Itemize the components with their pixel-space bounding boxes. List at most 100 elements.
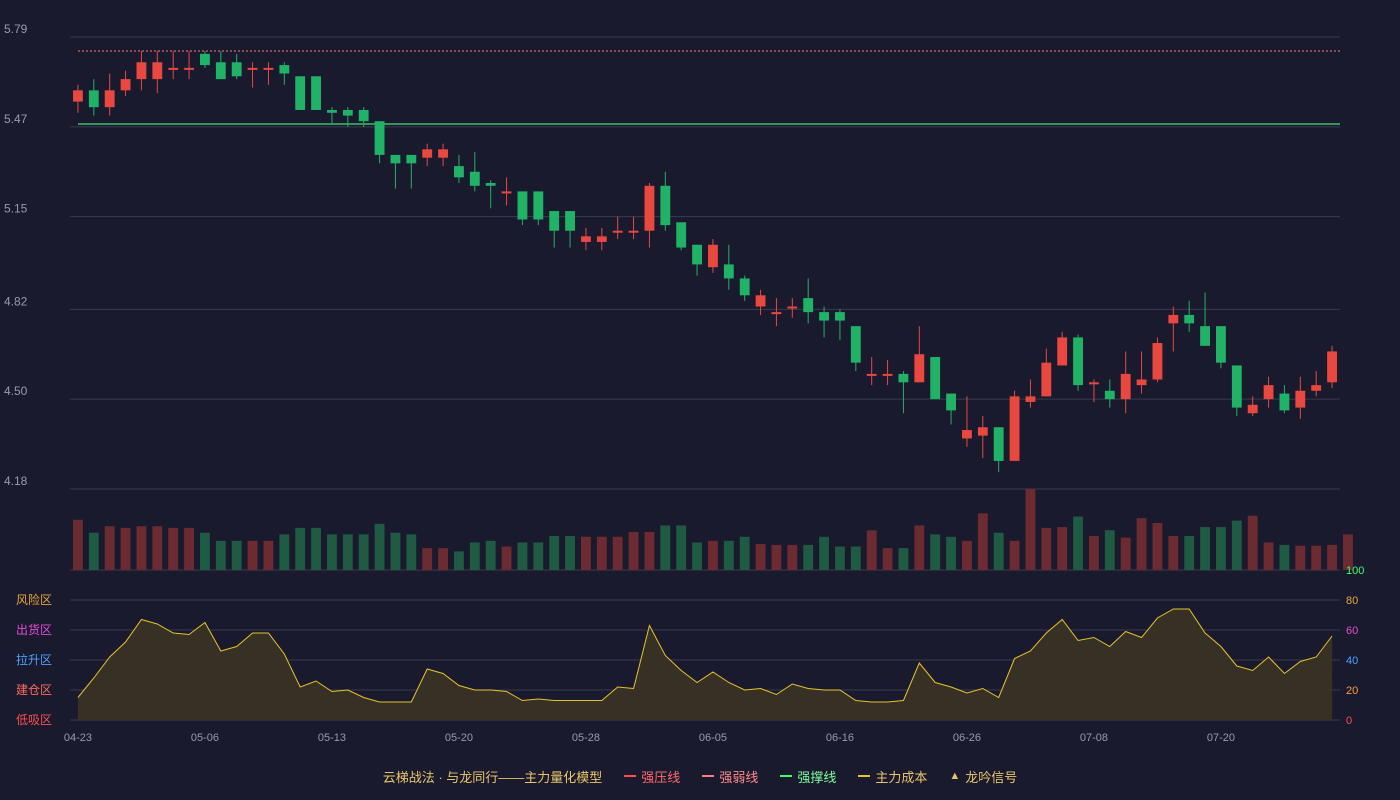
- volume-bar: [612, 536, 623, 570]
- volume-bar: [1168, 535, 1179, 570]
- candle-body: [866, 373, 877, 376]
- candle-body: [977, 427, 988, 436]
- candle-body: [660, 185, 671, 226]
- candle-body: [1104, 390, 1115, 400]
- candle-body: [422, 149, 433, 158]
- candle-body: [993, 427, 1004, 461]
- volume-bar: [1073, 516, 1083, 570]
- candle-body: [184, 67, 194, 70]
- candle-body: [438, 149, 448, 158]
- candle-body: [533, 191, 544, 220]
- volume-bar: [660, 525, 671, 570]
- volume-bar: [358, 534, 369, 570]
- volume-bar: [73, 519, 83, 570]
- legend-label-support: 强撑线: [797, 769, 837, 785]
- volume-bar: [1184, 535, 1195, 570]
- volume-bar: [1136, 518, 1147, 570]
- candle-body: [1057, 337, 1068, 366]
- candle-body: [1311, 385, 1322, 391]
- candle-body: [819, 312, 829, 321]
- candle-body: [914, 354, 925, 383]
- volume-bar: [104, 526, 115, 570]
- x-tick-label: 05-13: [318, 732, 346, 744]
- candle-body: [723, 264, 734, 279]
- candle-body: [374, 121, 385, 155]
- candle-body: [708, 244, 718, 268]
- candle-body: [1216, 326, 1226, 363]
- support-line-icon: [780, 775, 793, 777]
- legend-item-signal[interactable]: ▲ 龙吟信号: [949, 767, 1017, 786]
- volume-bar: [136, 526, 147, 570]
- candle-body: [454, 166, 464, 178]
- volume-bar: [88, 532, 99, 570]
- candle-body: [628, 230, 639, 233]
- candle-body: [327, 109, 337, 113]
- volume-bar: [565, 535, 575, 570]
- volume-bar: [771, 544, 782, 570]
- price-tick-label: 5.47: [4, 112, 28, 126]
- candle-body: [1327, 351, 1337, 383]
- volume-bar: [295, 527, 306, 570]
- candle-body: [946, 393, 956, 411]
- indicator-area: [77, 609, 1333, 720]
- indicator-tick-label: 80: [1346, 595, 1358, 607]
- zone-label: 拉升区: [16, 652, 52, 667]
- volume-bar: [1009, 540, 1020, 570]
- volume-bar: [279, 534, 290, 570]
- candle-body: [231, 62, 242, 77]
- volume-bar: [1104, 530, 1115, 570]
- stock-chart: 5.79 5.47 5.15 4.82 4.50 4.18 0 20 40 60 80 100 风险区出…: [4, 22, 1364, 744]
- volume-bar: [1120, 537, 1131, 570]
- volume-bar: [263, 540, 274, 570]
- candle-body: [898, 373, 909, 383]
- candle-body: [247, 67, 258, 70]
- volume-bar: [152, 526, 163, 570]
- triangle-icon: ▲: [949, 770, 961, 782]
- zone-label: 风险区: [16, 592, 52, 607]
- legend-item-cost[interactable]: 主力成本: [858, 767, 927, 786]
- candle-body: [295, 76, 306, 110]
- candle-body: [676, 222, 687, 248]
- x-tick-label: 04-23: [64, 732, 92, 744]
- volume-bar: [1025, 489, 1036, 570]
- volume-bar: [787, 544, 798, 570]
- candle-body: [469, 171, 480, 186]
- volume-bar: [882, 548, 893, 570]
- legend-item-strength[interactable]: 强弱线: [702, 767, 758, 786]
- volume-bar: [1200, 527, 1210, 570]
- candle-body: [104, 90, 115, 108]
- indicator-tick-label: 20: [1346, 685, 1358, 697]
- zone-label: 建仓区: [16, 683, 52, 697]
- candle-body: [88, 90, 99, 108]
- candle-body: [1295, 390, 1306, 408]
- candle-body: [1263, 385, 1274, 400]
- volume-bar: [533, 542, 544, 570]
- candle-body: [390, 154, 401, 164]
- volume-bar: [739, 536, 750, 570]
- candle-body: [692, 244, 702, 265]
- candle-body: [962, 430, 972, 439]
- volume-bar: [628, 531, 639, 570]
- legend-item-resistance[interactable]: 强压线: [624, 767, 680, 786]
- candle-body: [311, 76, 321, 110]
- price-tick-label: 4.18: [4, 474, 28, 488]
- candle-body: [1025, 396, 1036, 402]
- candle-body: [755, 295, 766, 307]
- candle-body: [1200, 326, 1210, 346]
- volume-bar: [1216, 527, 1226, 570]
- volume-bar: [692, 542, 702, 570]
- candle-body: [1231, 365, 1242, 408]
- volume-bar: [438, 548, 448, 570]
- volume-bar: [1295, 545, 1306, 570]
- volume-bar: [993, 532, 1004, 570]
- candle-body: [930, 357, 941, 400]
- cost-line-icon: [858, 775, 871, 777]
- legend-item-support[interactable]: 强撑线: [780, 767, 836, 786]
- volume-bar: [581, 536, 591, 570]
- volume-bar: [342, 534, 353, 570]
- volume-bar: [485, 540, 496, 570]
- candle-body: [342, 109, 353, 116]
- indicator-tick-label: 40: [1346, 655, 1358, 667]
- candle-body: [263, 67, 274, 70]
- candle-body: [279, 65, 290, 74]
